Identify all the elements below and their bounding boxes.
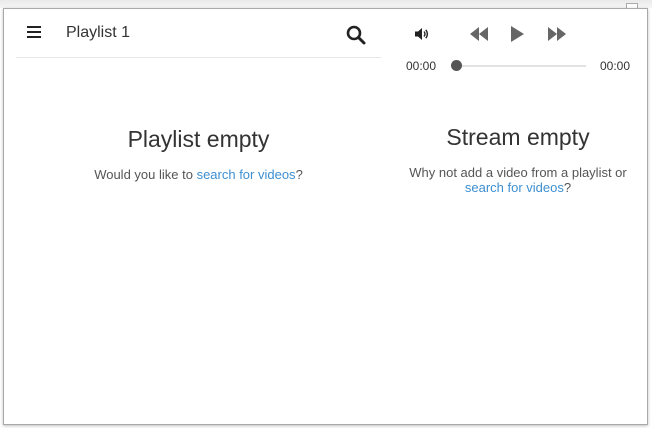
stream-empty-suffix: ?: [563, 180, 572, 195]
stream-search-link[interactable]: search for videos: [465, 180, 564, 195]
playlist-empty-suffix: ?: [295, 167, 303, 182]
playlist-empty-message: Would you like to search for videos?: [16, 167, 381, 182]
fast-forward-icon[interactable]: [547, 26, 567, 42]
player-controls: [400, 8, 648, 58]
playlist-empty-prefix: Would you like to: [94, 167, 197, 182]
stream-empty-prefix: Why not add a video from a playlist or: [409, 165, 627, 180]
search-icon[interactable]: [346, 25, 366, 45]
current-time: 00:00: [406, 59, 437, 73]
browser-strip: [0, 0, 652, 8]
rewind-icon[interactable]: [469, 26, 489, 42]
seek-bar[interactable]: [456, 65, 586, 67]
stream-empty-state: Stream empty Why not add a video from a …: [400, 124, 636, 195]
total-time: 00:00: [600, 59, 631, 73]
stream-empty-title: Stream empty: [446, 124, 590, 150]
seek-handle[interactable]: [451, 60, 462, 71]
playlist-title[interactable]: Playlist 1: [66, 24, 130, 42]
playlist-empty-state: Playlist empty Would you like to search …: [16, 126, 381, 182]
volume-icon[interactable]: [414, 27, 430, 41]
playlist-pane: Playlist 1 Playlist empty Would you like…: [16, 8, 381, 418]
playlist-header: Playlist 1: [16, 8, 381, 58]
play-icon[interactable]: [509, 25, 525, 43]
stream-empty-message: Why not add a video from a playlist or se…: [400, 165, 636, 195]
player-pane: 00:00 00:00 Stream empty Why not add a v…: [400, 8, 648, 418]
playlist-empty-title: Playlist empty: [127, 126, 270, 152]
playlist-search-link[interactable]: search for videos: [197, 167, 296, 182]
hamburger-menu-icon[interactable]: [27, 26, 41, 38]
